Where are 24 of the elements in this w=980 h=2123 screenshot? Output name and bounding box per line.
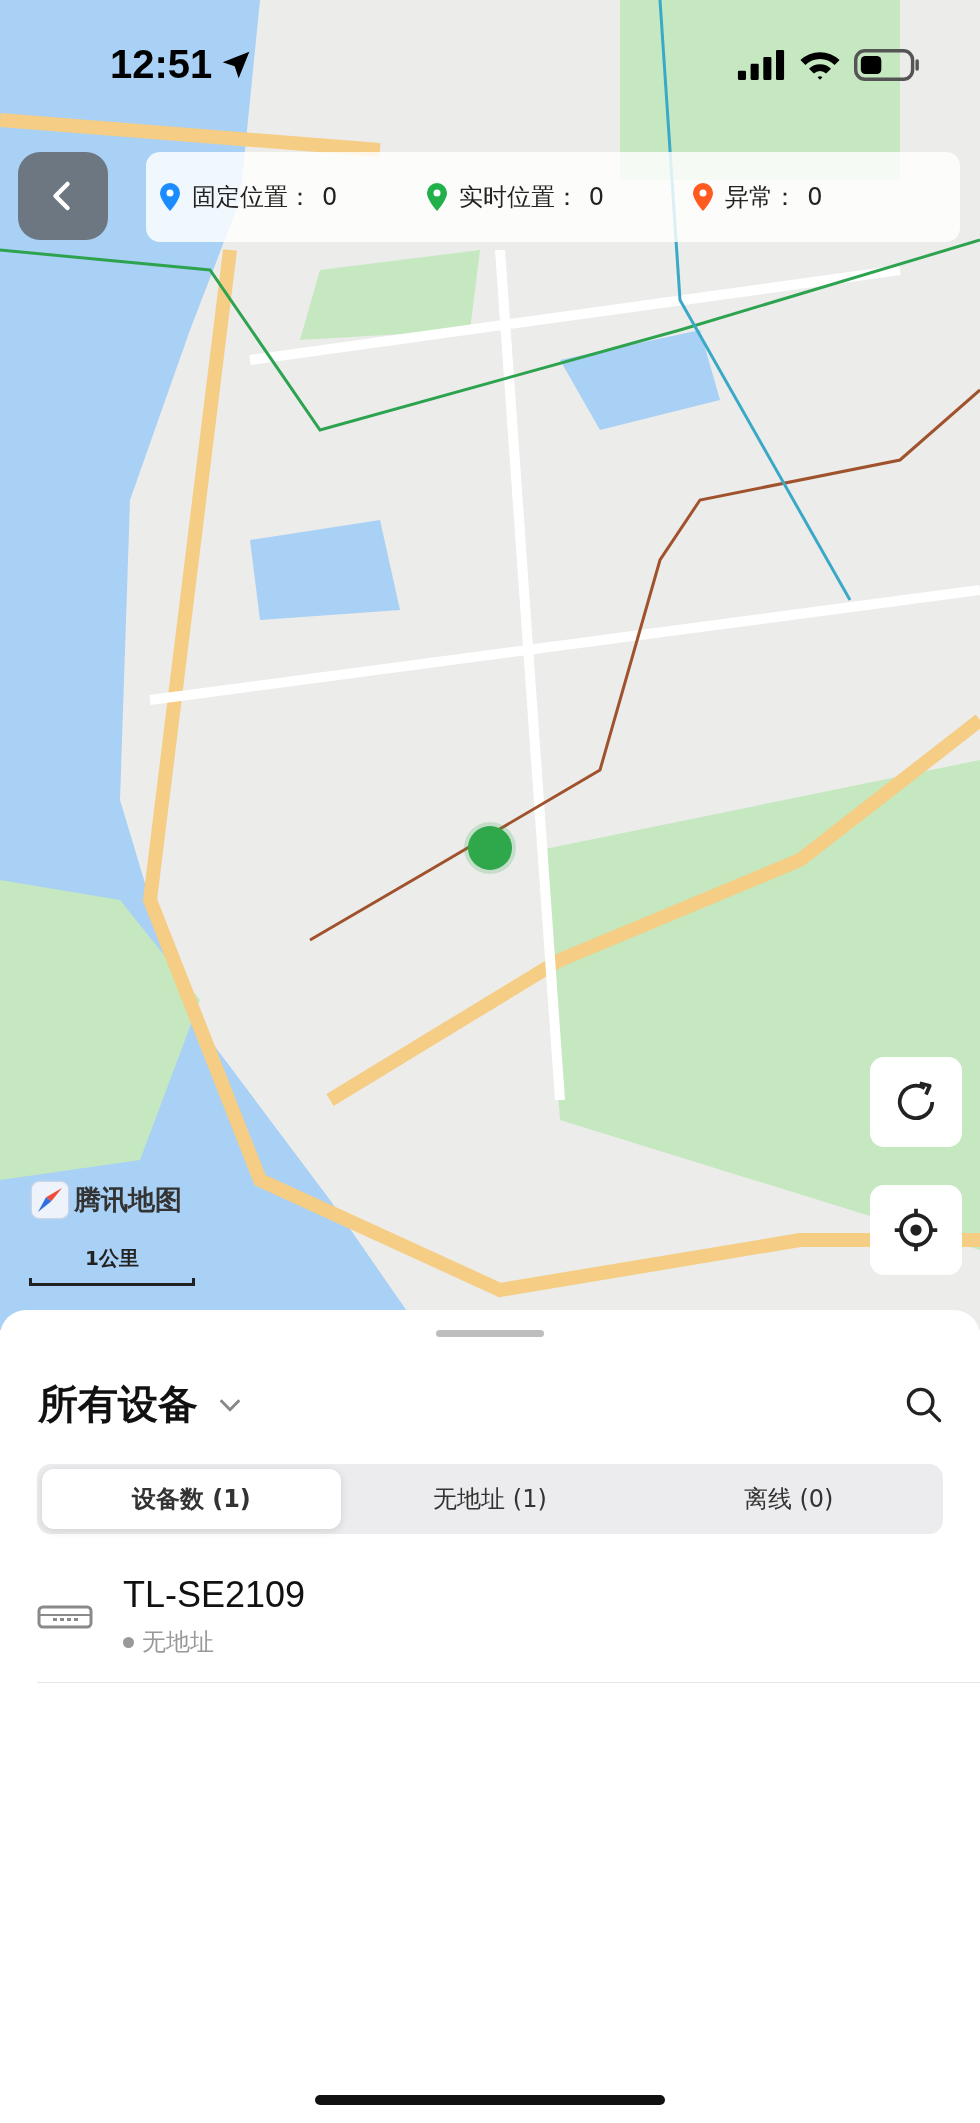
locate-button[interactable] xyxy=(870,1185,962,1275)
legend-label: 实时位置： xyxy=(458,182,579,213)
battery-icon xyxy=(854,48,920,81)
filter-tab[interactable]: 无地址 (1) xyxy=(340,1469,640,1529)
compass-logo-icon xyxy=(30,1180,70,1220)
legend-count: 0 xyxy=(588,183,604,211)
drag-handle[interactable] xyxy=(436,1330,544,1337)
caret-icon[interactable] xyxy=(218,1397,242,1412)
status-dot-icon xyxy=(123,1636,134,1648)
back-button[interactable] xyxy=(18,152,108,240)
legend-count: 0 xyxy=(807,183,823,211)
sheet-title[interactable]: 所有设备 xyxy=(38,1377,198,1432)
legend-label: 异常： xyxy=(725,182,798,213)
filter-tab[interactable]: 离线 (0) xyxy=(639,1469,938,1529)
map-attribution: 腾讯地图 xyxy=(74,1183,182,1217)
scale-label: 1公里 xyxy=(85,1245,139,1272)
filter-tab[interactable]: 设备数 (1) xyxy=(42,1469,341,1529)
legend-label: 固定位置： xyxy=(192,182,312,213)
legend-count: 0 xyxy=(322,183,338,211)
signal-icon xyxy=(736,49,786,80)
status-time: 12:51 xyxy=(110,42,213,87)
device-name[interactable]: TL-SE2109 xyxy=(123,1574,306,1616)
device-status: 无地址 xyxy=(142,1627,214,1658)
refresh-button[interactable] xyxy=(870,1057,962,1147)
